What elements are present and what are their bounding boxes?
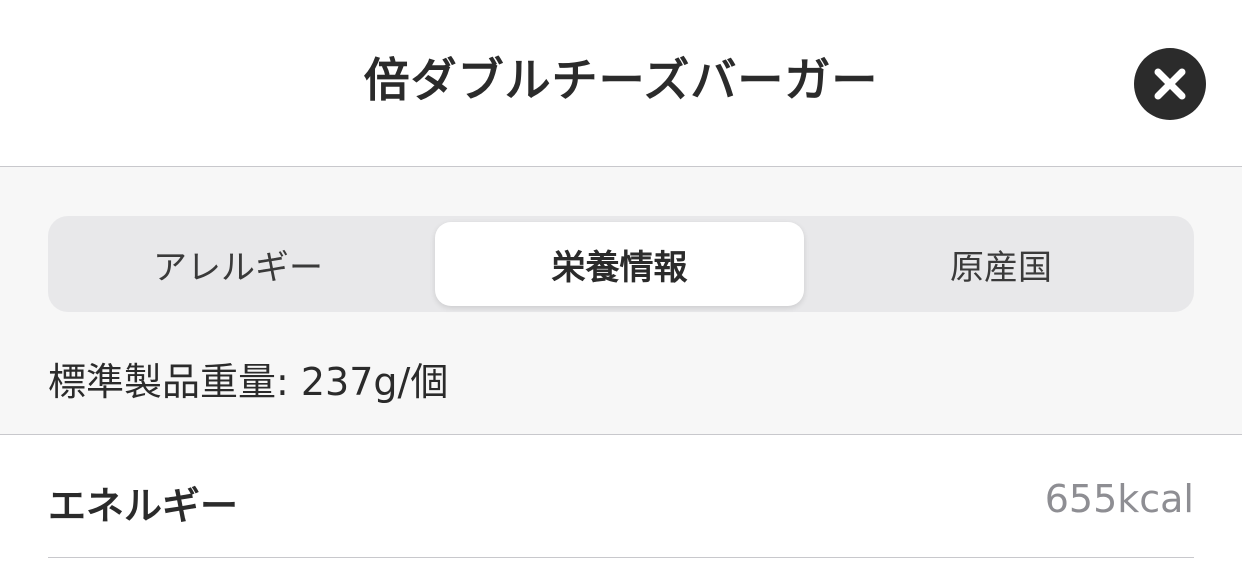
nutrition-row-energy: エネルギー 655kcal <box>48 435 1194 558</box>
product-weight: 標準製品重量: 237g/個 <box>48 360 449 404</box>
tab-origin[interactable]: 原産国 <box>808 222 1194 306</box>
tab-allergy[interactable]: アレルギー <box>48 222 428 306</box>
product-detail-sheet: 倍ダブルチーズバーガー アレルギー 栄養情報 原産国 標準製品重量: 237g/… <box>0 0 1242 571</box>
tab-nutrition[interactable]: 栄養情報 <box>435 222 804 306</box>
info-segmented-control: アレルギー 栄養情報 原産国 <box>48 216 1194 312</box>
info-header-section: アレルギー 栄養情報 原産国 標準製品重量: 237g/個 <box>0 167 1242 435</box>
close-icon <box>1154 68 1186 100</box>
page-title: 倍ダブルチーズバーガー <box>363 53 879 107</box>
nutrition-label: エネルギー <box>48 484 239 528</box>
close-button[interactable] <box>1134 48 1206 120</box>
nutrition-value: 655kcal <box>1044 477 1194 521</box>
sheet-header: 倍ダブルチーズバーガー <box>0 0 1242 167</box>
